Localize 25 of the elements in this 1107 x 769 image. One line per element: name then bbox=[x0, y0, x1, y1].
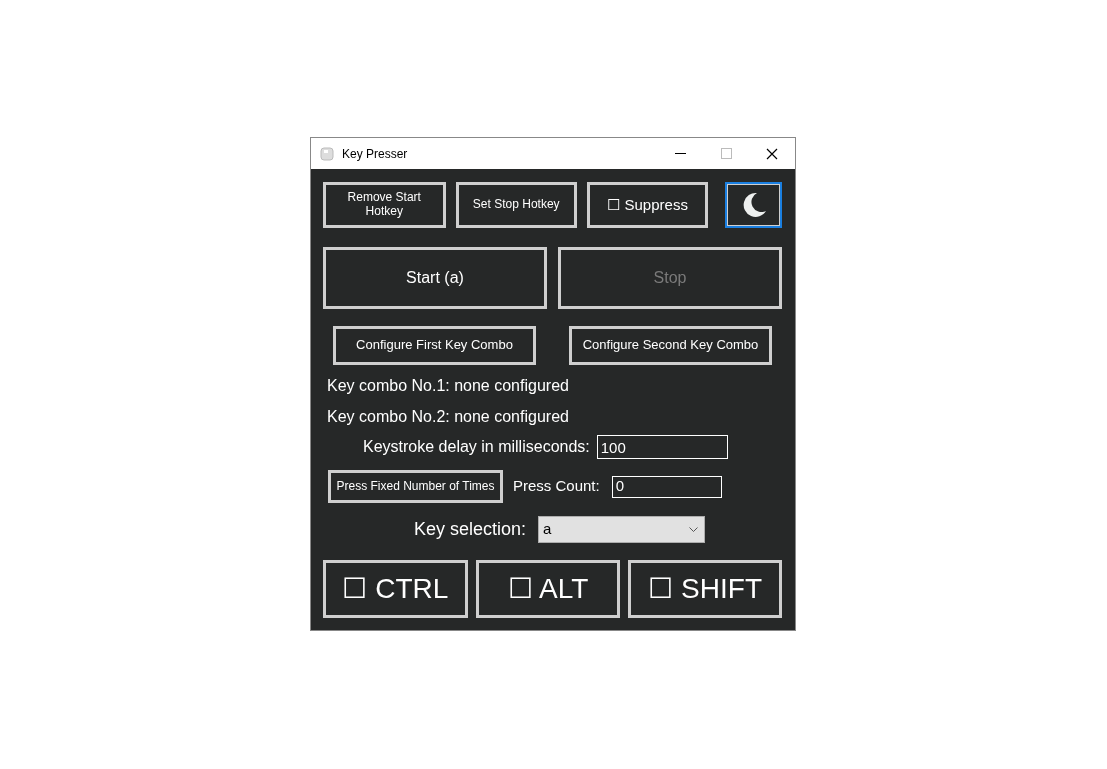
hotkey-button[interactable]: ☐ Suppress bbox=[586, 182, 709, 228]
modifier-button[interactable]: ☐ ALT bbox=[475, 560, 621, 618]
modifier-button[interactable]: ☐ CTRL bbox=[323, 560, 468, 618]
maximize-icon bbox=[720, 148, 732, 159]
press-fixed-button[interactable]: Press Fixed Number of Times bbox=[328, 470, 503, 503]
modifier-button[interactable]: ☐ SHIFT bbox=[628, 560, 782, 618]
combo-status-text: Key combo No.1: none configured bbox=[326, 376, 570, 396]
minimize-icon bbox=[674, 152, 686, 155]
window-title: Key Presser bbox=[342, 145, 409, 163]
delay-label: Keystroke delay in milliseconds: bbox=[363, 437, 590, 457]
press-count-label: Press Count: bbox=[513, 476, 600, 497]
chevron-down-icon bbox=[689, 526, 699, 533]
app-icon bbox=[320, 146, 334, 161]
key-dropdown[interactable]: a bbox=[538, 516, 706, 543]
start-button[interactable]: Start (a) bbox=[323, 247, 547, 309]
dark-mode-button[interactable] bbox=[725, 182, 782, 228]
hotkey-button[interactable]: Remove Start Hotkey bbox=[323, 182, 446, 228]
configure-combo-button[interactable]: Configure Second Key Combo bbox=[569, 326, 772, 365]
combo-status-text: Key combo No.2: none configured bbox=[326, 407, 570, 427]
configure-combo-button[interactable]: Configure First Key Combo bbox=[333, 326, 536, 365]
key-selection-label: Key selection: bbox=[414, 518, 527, 541]
close-icon bbox=[766, 147, 778, 160]
press-count-input[interactable]: 0 bbox=[611, 475, 722, 498]
hotkey-button[interactable]: Set Stop Hotkey bbox=[455, 182, 577, 228]
delay-input[interactable]: 100 bbox=[596, 435, 728, 459]
